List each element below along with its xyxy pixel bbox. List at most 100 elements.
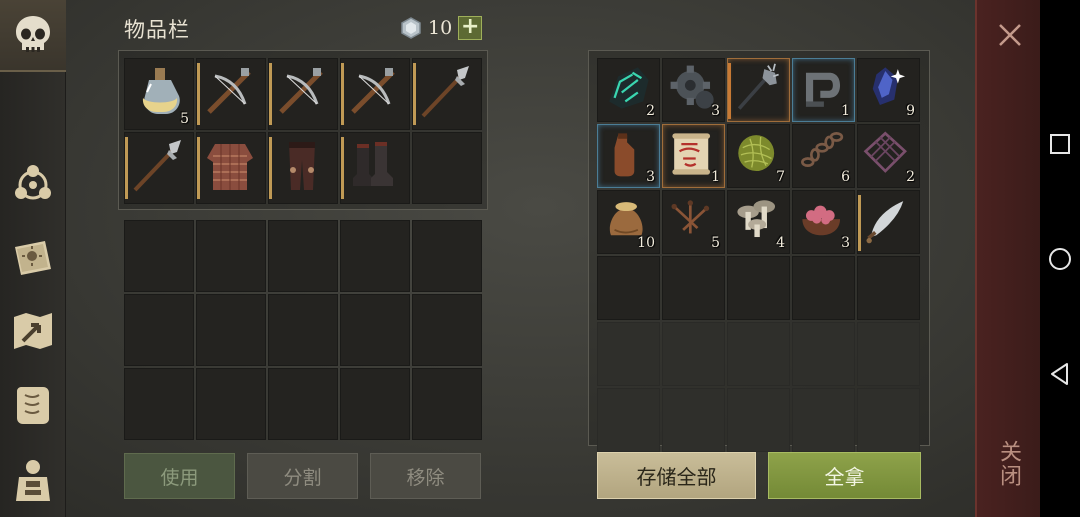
slot-quantity: 2 — [906, 169, 915, 185]
inventory-slot-empty[interactable] — [340, 294, 410, 366]
sun-journal-icon[interactable] — [8, 232, 58, 282]
equipped-marker — [341, 63, 344, 125]
storage-slot[interactable]: 1 — [792, 58, 855, 122]
storage-slot[interactable]: 1 — [662, 124, 725, 188]
store-all-button[interactable]: 存储全部 — [597, 452, 756, 499]
storage-slot-locked — [727, 322, 790, 386]
inventory-slot-empty[interactable] — [196, 220, 266, 292]
inventory-slot[interactable] — [340, 132, 410, 204]
remove-button[interactable]: 移除 — [370, 453, 481, 499]
leather-pants-icon — [289, 142, 315, 190]
storage-slot-empty[interactable] — [792, 256, 855, 320]
storage-slot-locked — [597, 322, 660, 386]
home-icon — [1049, 248, 1071, 270]
storage-slot-locked — [662, 388, 725, 452]
storage-slot-locked — [662, 322, 725, 386]
close-label: 关闭 — [996, 440, 1021, 488]
halberd-icon — [133, 140, 181, 192]
crossbow-icon — [207, 68, 251, 114]
boots-icon — [353, 142, 393, 186]
slot-quantity: 2 — [646, 103, 655, 119]
inventory-slot[interactable] — [196, 132, 266, 204]
sidebar-active-tab[interactable] — [0, 0, 66, 72]
inventory-slot-empty[interactable] — [124, 294, 194, 366]
inventory-title: 物品栏 — [124, 18, 190, 42]
slot-quantity: 4 — [776, 235, 785, 251]
currency-value: 10 — [428, 17, 453, 39]
storage-slot-empty[interactable] — [727, 256, 790, 320]
storage-slot[interactable]: 10 — [597, 190, 660, 254]
inventory-slot-empty[interactable] — [268, 368, 338, 440]
slot-quantity: 3 — [646, 169, 655, 185]
inventory-slot-empty[interactable] — [412, 294, 482, 366]
currency-display: 10 + — [400, 14, 483, 41]
slot-quantity: 1 — [841, 103, 850, 119]
storage-slot[interactable]: 3 — [597, 124, 660, 188]
inventory-slot-empty[interactable] — [340, 368, 410, 440]
storage-slot[interactable]: 3 — [792, 190, 855, 254]
inventory-slot[interactable] — [412, 58, 482, 130]
storage-slot[interactable]: 9 — [857, 58, 920, 122]
map-arrow-icon[interactable] — [8, 306, 58, 356]
storage-slot-locked — [792, 322, 855, 386]
storage-slot[interactable]: 4 — [727, 190, 790, 254]
inventory-slot-empty[interactable] — [412, 368, 482, 440]
recent-apps-icon — [1050, 134, 1070, 154]
storage-slot[interactable]: 6 — [792, 124, 855, 188]
inventory-slot[interactable] — [268, 58, 338, 130]
equipped-marker — [269, 137, 272, 199]
inventory-slot-empty[interactable] — [124, 220, 194, 292]
potion-flask-icon — [142, 68, 180, 114]
close-panel[interactable]: 关闭 — [975, 0, 1040, 517]
storage-slot[interactable]: 2 — [857, 124, 920, 188]
inventory-slot[interactable]: 5 — [124, 58, 194, 130]
inventory-slot[interactable] — [196, 58, 266, 130]
storage-slot[interactable]: 2 — [597, 58, 660, 122]
slot-quantity: 10 — [637, 235, 655, 251]
character-body-icon[interactable] — [8, 456, 58, 506]
inventory-slot-empty[interactable] — [124, 368, 194, 440]
crossbow-icon — [279, 68, 323, 114]
inventory-slot[interactable] — [124, 132, 194, 204]
recent-apps-button[interactable] — [1040, 124, 1080, 164]
crafting-triangle-icon[interactable] — [8, 158, 58, 208]
storage-slot[interactable]: 7 — [727, 124, 790, 188]
storage-slot-locked — [727, 388, 790, 452]
add-currency-button[interactable]: + — [458, 14, 483, 40]
inventory-slot-empty[interactable] — [196, 294, 266, 366]
split-button[interactable]: 分割 — [247, 453, 358, 499]
slot-quantity: 3 — [841, 235, 850, 251]
use-button[interactable]: 使用 — [124, 453, 235, 499]
inventory-slot-empty[interactable] — [196, 368, 266, 440]
inventory-slot[interactable] — [268, 132, 338, 204]
scimitar-icon — [866, 201, 904, 244]
crossbow-icon — [351, 68, 395, 114]
storage-slot-empty[interactable] — [662, 256, 725, 320]
slot-quantity: 9 — [906, 103, 915, 119]
storage-slot[interactable]: 3 — [662, 58, 725, 122]
chainmail-shirt-icon — [207, 144, 253, 190]
plus-icon: + — [460, 14, 480, 39]
inventory-slot-empty[interactable] — [412, 220, 482, 292]
storage-grid: 2 3 1 9 3 1 7 6 2 10 5 4 3 — [597, 58, 920, 452]
home-button[interactable] — [1040, 239, 1080, 279]
inventory-slot-empty[interactable] — [412, 132, 482, 204]
slot-quantity: 5 — [180, 111, 189, 127]
back-button[interactable] — [1040, 354, 1080, 394]
close-icon[interactable] — [997, 22, 1023, 48]
silver-gem-icon — [401, 17, 421, 39]
quest-scroll-icon[interactable] — [8, 380, 58, 430]
storage-slot[interactable]: 5 — [662, 190, 725, 254]
storage-slot[interactable] — [857, 190, 920, 254]
storage-slot-locked — [792, 388, 855, 452]
equipped-marker — [125, 137, 128, 199]
inventory-slot-empty[interactable] — [268, 220, 338, 292]
storage-slot-empty[interactable] — [857, 256, 920, 320]
inventory-slot-empty[interactable] — [268, 294, 338, 366]
storage-slot-empty[interactable] — [597, 256, 660, 320]
inventory-slot-empty[interactable] — [340, 220, 410, 292]
take-all-button[interactable]: 全拿 — [768, 452, 921, 499]
storage-slot-locked — [857, 322, 920, 386]
storage-slot[interactable] — [727, 58, 790, 122]
inventory-slot[interactable] — [340, 58, 410, 130]
